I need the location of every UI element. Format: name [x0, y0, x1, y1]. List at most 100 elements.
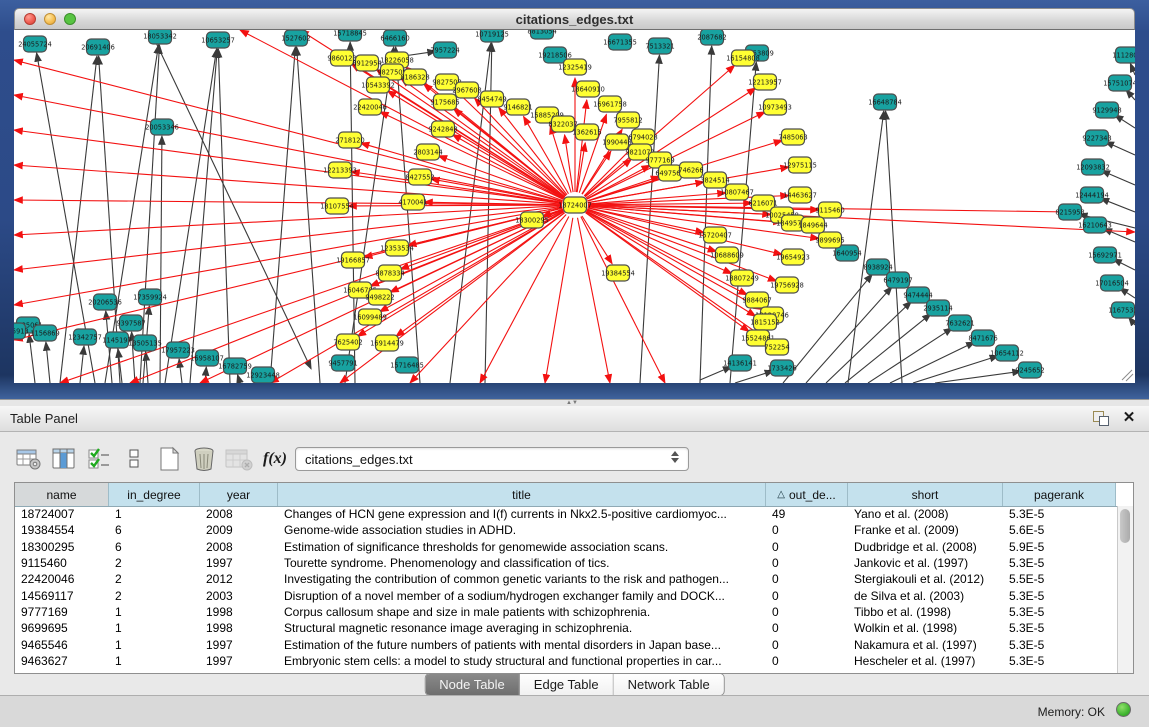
table-options-icon[interactable]	[14, 445, 44, 473]
graph-node[interactable]: 9884067	[742, 292, 771, 308]
table-cell[interactable]: Nakamura et al. (1997)	[848, 638, 1003, 652]
table-row[interactable]: 946554611997Estimation of the future num…	[15, 636, 1118, 652]
function-builder-icon[interactable]: f(x)	[263, 450, 287, 468]
float-panel-icon[interactable]	[1093, 411, 1109, 426]
table-row[interactable]: 1456911722003Disruption of a novel membe…	[15, 587, 1118, 603]
tab-node-table[interactable]: Node Table	[425, 674, 520, 695]
table-cell[interactable]: 5.3E-5	[1003, 507, 1116, 521]
graph-node[interactable]: 8454749	[477, 91, 506, 107]
table-cell[interactable]: 9463627	[15, 654, 109, 668]
graph-node[interactable]: 9457791	[328, 355, 357, 371]
table-cell[interactable]: 2	[109, 556, 200, 570]
table-cell[interactable]: 1997	[200, 654, 278, 668]
delete-column-icon[interactable]	[189, 445, 219, 473]
table-cell[interactable]: 5.3E-5	[1003, 654, 1116, 668]
table-row[interactable]: 1830029562008Estimation of significance …	[15, 539, 1118, 555]
tab-edge-table[interactable]: Edge Table	[520, 674, 614, 695]
column-header-year[interactable]: year	[200, 483, 278, 506]
graph-node[interactable]: 9146821	[503, 99, 532, 115]
table-cell[interactable]: Jankovic et al. (1997)	[848, 556, 1003, 570]
delete-table-icon[interactable]	[224, 445, 254, 473]
new-column-icon[interactable]	[154, 445, 184, 473]
graph-node[interactable]: 1815152	[750, 314, 779, 330]
table-cell[interactable]: Tourette syndrome. Phenomenology and cla…	[278, 556, 766, 570]
network-canvas[interactable]: 2405572420691406180533421065325715276021…	[14, 30, 1135, 383]
table-cell[interactable]: Changes of HCN gene expression and I(f) …	[278, 507, 766, 521]
graph-node[interactable]: 9129948	[1092, 102, 1121, 118]
table-selector-dropdown[interactable]: citations_edges.txt	[295, 447, 689, 471]
table-cell[interactable]: 9115460	[15, 556, 109, 570]
column-header-in-degree[interactable]: in_degree	[109, 483, 200, 506]
panel-splitter[interactable]: ▲▼	[0, 399, 1149, 406]
graph-node[interactable]: 9498222	[365, 289, 394, 305]
graph-node[interactable]: 2087682	[697, 30, 726, 45]
table-cell[interactable]: Yano et al. (2008)	[848, 507, 1003, 521]
table-row[interactable]: 911546021997Tourette syndrome. Phenomeno…	[15, 555, 1118, 571]
graph-node[interactable]: 7485063	[778, 129, 807, 145]
column-header-out-de-[interactable]: △out_de...	[766, 483, 848, 506]
table-cell[interactable]: 9777169	[15, 605, 109, 619]
graph-node[interactable]: 2935114	[923, 300, 952, 316]
table-cell[interactable]: 5.3E-5	[1003, 556, 1116, 570]
table-cell[interactable]: 0	[766, 572, 848, 586]
table-cell[interactable]: 2012	[200, 572, 278, 586]
graph-node[interactable]: 1849644	[798, 217, 827, 233]
vertical-scrollbar[interactable]	[1117, 506, 1133, 673]
table-cell[interactable]: Franke et al. (2009)	[848, 523, 1003, 537]
graph-node[interactable]: 3824514	[700, 172, 729, 188]
table-cell[interactable]: 0	[766, 605, 848, 619]
table-cell[interactable]: 5.9E-5	[1003, 540, 1116, 554]
graph-node[interactable]: 1733426	[767, 360, 796, 376]
table-cell[interactable]: 1	[109, 507, 200, 521]
graph-node[interactable]: 9227343	[1082, 130, 1111, 146]
table-cell[interactable]: 5.3E-5	[1003, 621, 1116, 635]
graph-node[interactable]: 6479197	[883, 272, 912, 288]
table-cell[interactable]: Embryonic stem cells: a model to study s…	[278, 654, 766, 668]
table-row[interactable]: 977716911998Corpus callosum shape and si…	[15, 604, 1118, 620]
table-cell[interactable]: 1998	[200, 605, 278, 619]
table-row[interactable]: 946362711997Embryonic stem cells: a mode…	[15, 653, 1118, 669]
table-cell[interactable]: 2008	[200, 507, 278, 521]
graph-node[interactable]: 1112806	[1112, 47, 1135, 63]
table-cell[interactable]: 19384554	[15, 523, 109, 537]
table-cell[interactable]: 1998	[200, 621, 278, 635]
graph-node[interactable]: 9175685	[430, 94, 459, 110]
show-columns-icon[interactable]	[49, 445, 79, 473]
graph-node[interactable]: 8186328	[400, 69, 429, 85]
table-cell[interactable]: 0	[766, 523, 848, 537]
graph-node[interactable]: 8471676	[968, 330, 997, 346]
table-cell[interactable]: 1	[109, 638, 200, 652]
table-cell[interactable]: 9699695	[15, 621, 109, 635]
table-cell[interactable]: 5.5E-5	[1003, 572, 1116, 586]
column-header-short[interactable]: short	[848, 483, 1003, 506]
graph-node[interactable]: 9245652	[1015, 362, 1044, 378]
table-cell[interactable]: 0	[766, 556, 848, 570]
graph-node[interactable]: 1156869	[30, 325, 59, 341]
memory-ok-indicator-icon[interactable]	[1116, 702, 1131, 717]
table-cell[interactable]: 5.6E-5	[1003, 523, 1116, 537]
graph-node[interactable]: 7955812	[613, 112, 642, 128]
table-cell[interactable]: Structural magnetic resonance image aver…	[278, 621, 766, 635]
table-cell[interactable]: 5.3E-5	[1003, 589, 1116, 603]
graph-node[interactable]: 2718120	[335, 132, 364, 148]
table-cell[interactable]: Stergiakouli et al. (2012)	[848, 572, 1003, 586]
close-panel-icon[interactable]: ✕	[1121, 409, 1137, 427]
graph-node[interactable]: 6794028	[628, 129, 657, 145]
table-cell[interactable]: 18724007	[15, 507, 109, 521]
graph-node[interactable]: 7632621	[945, 315, 974, 331]
table-cell[interactable]: 0	[766, 621, 848, 635]
table-cell[interactable]: Estimation of significance thresholds fo…	[278, 540, 766, 554]
table-cell[interactable]: Dudbridge et al. (2008)	[848, 540, 1003, 554]
table-cell[interactable]: 2009	[200, 523, 278, 537]
graph-node[interactable]: 9397587	[116, 315, 145, 331]
table-cell[interactable]: 2008	[200, 540, 278, 554]
graph-node[interactable]: 8427552	[405, 169, 434, 185]
graph-node[interactable]: 7625402	[333, 334, 362, 350]
table-row[interactable]: 2242004622012Investigating the contribut…	[15, 571, 1118, 587]
row-height-icon[interactable]	[119, 445, 149, 473]
graph-node[interactable]: 6466160	[380, 30, 409, 46]
column-header-pagerank[interactable]: pagerank	[1003, 483, 1116, 506]
graph-node[interactable]: 7513321	[645, 38, 674, 54]
table-row[interactable]: 969969511998Structural magnetic resonanc…	[15, 620, 1118, 636]
table-cell[interactable]: 1997	[200, 556, 278, 570]
